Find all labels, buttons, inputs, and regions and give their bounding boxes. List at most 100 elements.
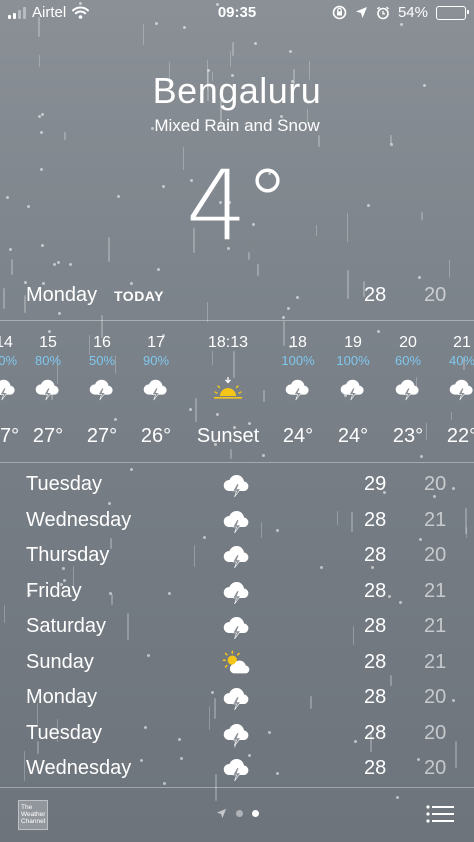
daily-row: Sunday 28 21	[0, 645, 474, 680]
screen-rotation-lock-icon	[332, 5, 347, 20]
degree-symbol: °	[245, 150, 290, 255]
today-low: 20	[424, 284, 447, 306]
alarm-clock-icon	[376, 6, 389, 19]
hourly-time: 20	[399, 334, 417, 351]
daily-day: Sunday	[26, 650, 94, 673]
location-arrow-icon	[216, 808, 226, 819]
hourly-temp: 24°	[337, 425, 369, 447]
daily-day: Monday	[26, 686, 98, 708]
daily-high: 28	[364, 508, 387, 531]
thunderstorm-cloud-icon	[339, 376, 367, 402]
daily-row: Friday 28 21	[0, 574, 474, 609]
today-day: Monday	[26, 284, 98, 306]
daily-high: 28	[364, 544, 387, 566]
hourly-precip-chance: 100%	[336, 353, 370, 368]
hourly-temp: 23°	[392, 425, 424, 447]
daily-low: 21	[424, 650, 447, 673]
thunderstorm-cloud-icon	[222, 684, 252, 712]
hourly-precip-chance: 100%	[281, 353, 315, 368]
daily-low: 20	[424, 757, 447, 779]
hourly-temp: 24°	[282, 425, 314, 447]
thunderstorm-cloud-icon	[222, 720, 252, 748]
hourly-time: 19	[344, 334, 362, 351]
today-row: Monday TODAY 28 20	[0, 282, 474, 310]
daily-high: 28	[364, 686, 387, 708]
bottom-toolbar: The Weather Channel	[0, 788, 474, 842]
battery-percentage: 54%	[397, 4, 428, 21]
partly-sunny-icon	[222, 649, 252, 677]
divider-middle	[0, 462, 474, 463]
hourly-temp: 26°	[140, 425, 172, 447]
thunderstorm-cloud-icon	[222, 613, 252, 641]
thunderstorm-cloud-icon	[222, 755, 252, 783]
page-indicator[interactable]	[0, 808, 474, 819]
hourly-temp: 27°	[86, 425, 118, 447]
page-dot	[235, 810, 243, 817]
hourly-time: 17	[147, 334, 165, 351]
hourly-precip-chance: 80%	[34, 353, 62, 368]
daily-row: Thursday 28 20	[0, 538, 474, 573]
daily-low: 20	[424, 473, 447, 495]
thunderstorm-cloud-icon	[394, 376, 422, 402]
daily-low: 21	[424, 579, 447, 602]
hourly-time: 21	[453, 334, 471, 351]
thunderstorm-cloud-icon	[222, 542, 252, 570]
daily-high: 28	[364, 650, 387, 673]
thunderstorm-cloud-icon	[222, 471, 252, 499]
daily-row: Wednesday 28 21	[0, 503, 474, 538]
hourly-temp: 22°	[446, 425, 474, 447]
daily-row: Wednesday 28 20	[0, 751, 474, 786]
battery-icon	[436, 5, 469, 20]
hourly-precip-chance: 40%	[448, 353, 474, 368]
thunderstorm-cloud-icon	[222, 578, 252, 606]
hourly-temp: Sunset	[196, 425, 260, 447]
location-arrow-icon	[355, 7, 367, 18]
today-high: 28	[364, 284, 387, 306]
thunderstorm-cloud-icon	[142, 376, 170, 402]
thunderstorm-cloud-icon	[284, 376, 312, 402]
status-bar: Airtel 09:35 54%	[0, 0, 474, 28]
hourly-temp: 27°	[32, 425, 64, 447]
hourly-precip-chance: 90%	[142, 353, 170, 368]
daily-high: 28	[364, 579, 387, 602]
thunderstorm-cloud-icon	[0, 376, 18, 402]
daily-row: Tuesday 29 20	[0, 467, 474, 502]
thunderstorm-cloud-icon	[34, 376, 62, 402]
daily-day: Saturday	[26, 615, 107, 637]
daily-low: 21	[424, 615, 447, 637]
weather-condition: Mixed Rain and Snow	[154, 116, 320, 135]
page-dot-active	[251, 810, 259, 817]
thunderstorm-cloud-icon	[222, 507, 252, 535]
hourly-precip-chance: 60%	[394, 353, 422, 368]
divider-top	[0, 320, 474, 321]
hourly-time: 18	[289, 334, 307, 351]
daily-day: Wednesday	[26, 508, 132, 531]
hourly-time: 16	[93, 334, 111, 351]
sunset-icon	[212, 376, 244, 402]
current-temperature-value: 4	[185, 150, 247, 262]
daily-high: 28	[364, 615, 387, 637]
daily-low: 20	[424, 686, 447, 708]
thunderstorm-cloud-icon	[448, 376, 474, 402]
daily-day: Wednesday	[26, 757, 132, 779]
daily-row: Saturday 28 21	[0, 609, 474, 644]
city-name: Bengaluru	[152, 70, 322, 111]
today-tag: TODAY	[114, 288, 164, 304]
daily-low: 20	[424, 544, 447, 566]
hourly-precip-chance: 50%	[88, 353, 116, 368]
daily-day: Friday	[26, 579, 82, 602]
daily-high: 28	[364, 757, 387, 779]
daily-row: Monday 28 20	[0, 680, 474, 715]
daily-day: Tuesday	[26, 721, 102, 744]
daily-low: 20	[424, 721, 447, 744]
daily-low: 21	[424, 508, 447, 531]
current-temperature: 4°	[0, 150, 474, 262]
daily-day: Tuesday	[26, 473, 102, 495]
city-list-icon[interactable]	[426, 804, 454, 824]
thunderstorm-cloud-icon	[88, 376, 116, 402]
hourly-time: 18:13	[207, 334, 249, 351]
daily-high: 28	[364, 721, 387, 744]
hourly-forecast-scroller[interactable]: 1480%27°1580%27°1650%27°1790%26°18:13Sun…	[0, 322, 474, 462]
hourly-time: 15	[39, 334, 57, 351]
daily-day: Thursday	[26, 544, 110, 566]
